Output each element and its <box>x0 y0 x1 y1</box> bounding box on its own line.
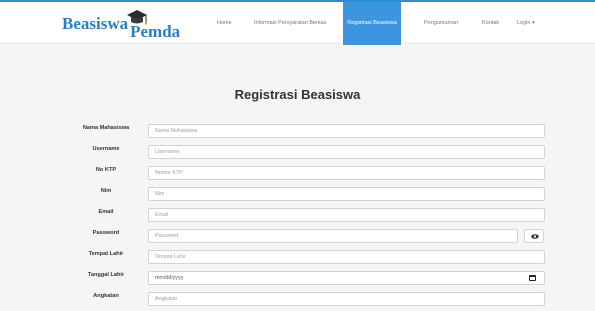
navbar: Beasiswa Pemda Home Informasi Persyarata… <box>0 0 595 45</box>
brand-logo[interactable]: Beasiswa Pemda <box>62 10 181 42</box>
nav-home[interactable]: Home <box>217 2 232 45</box>
nav-pengumuman[interactable]: Pengumuman <box>424 2 458 45</box>
nav-kontak[interactable]: Kontak <box>482 2 499 45</box>
tempat-lahir-input[interactable]: Tempat Lahir <box>148 250 545 264</box>
nav-informasi-persyaratan[interactable]: Informasi Persyaratan Berkas <box>254 2 326 45</box>
tanggal-lahir-input[interactable]: mm/dd/yyyy <box>148 271 545 285</box>
nama-mahasiswa-input[interactable]: Nama Mahasiswa <box>148 124 545 138</box>
toggle-password-button[interactable] <box>524 229 544 243</box>
date-value: mm/dd/yyyy <box>155 275 184 281</box>
angkatan-input[interactable]: Angkatan <box>148 292 545 306</box>
email-input[interactable]: Email <box>148 208 545 222</box>
nav-login-dropdown[interactable]: Login ▾ <box>517 2 535 45</box>
brand-text-part2: Pemda <box>130 22 181 41</box>
no-ktp-input[interactable]: Nomor KTP <box>148 166 545 180</box>
brand-text-part1: Beasiswa <box>62 14 129 33</box>
eye-icon <box>531 234 539 239</box>
page-title: Registrasi Beasiswa <box>234 87 361 102</box>
calendar-icon[interactable] <box>529 275 536 281</box>
nav-registrasi-beasiswa[interactable]: Registrasi Beasiswa <box>343 2 401 45</box>
password-input[interactable]: Password <box>148 229 518 243</box>
username-input[interactable]: Username <box>148 145 545 159</box>
nim-input[interactable]: Nim <box>148 187 545 201</box>
